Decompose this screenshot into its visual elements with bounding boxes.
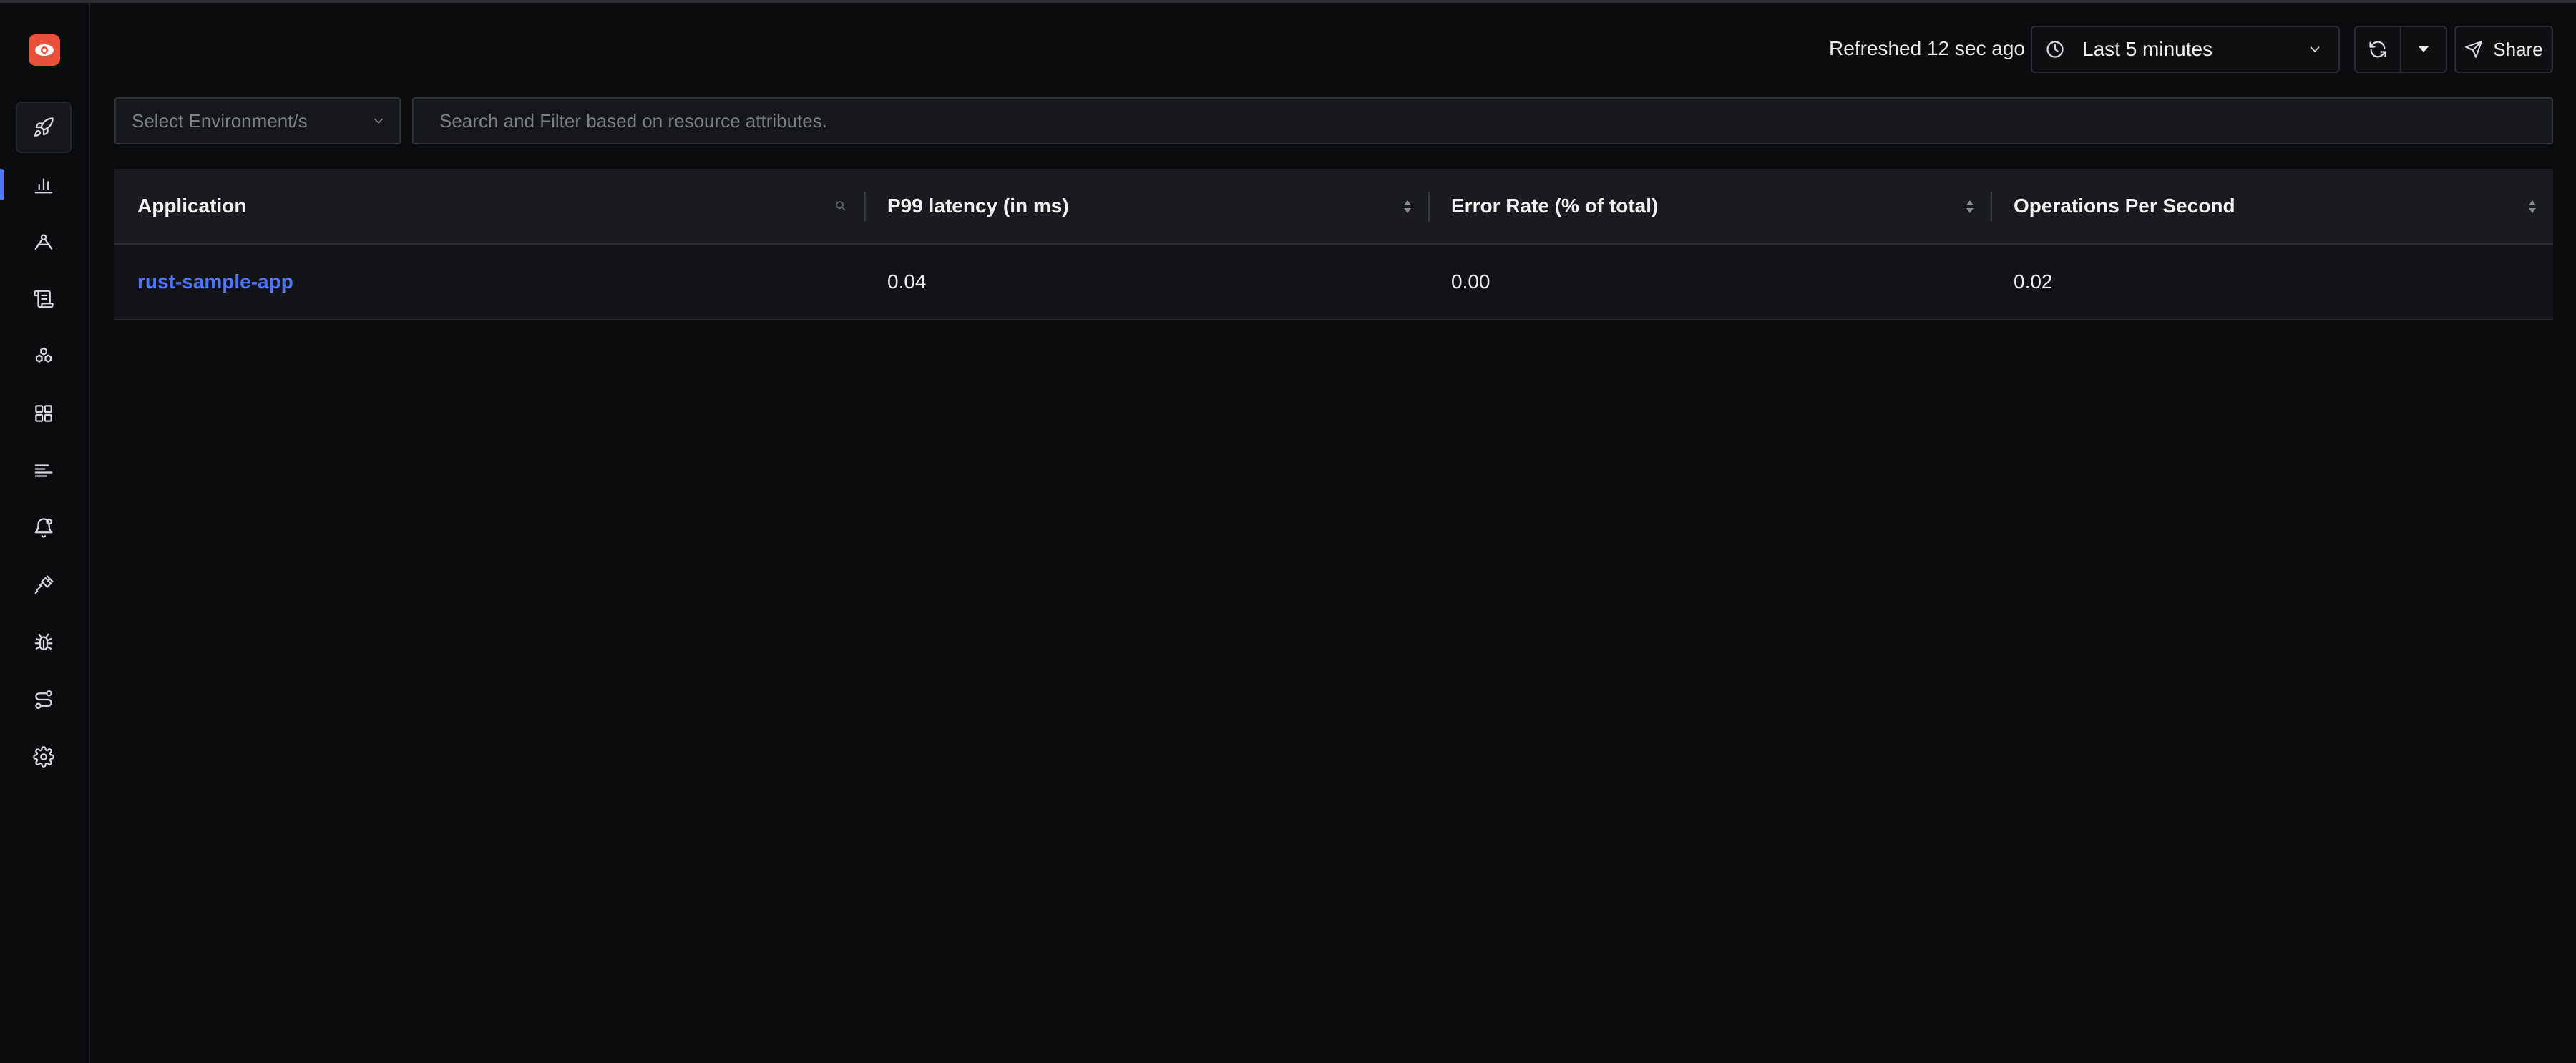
sidebar-item-infrastructure[interactable]: [16, 330, 72, 382]
column-label: Error Rate (% of total): [1451, 195, 1659, 217]
refresh-button[interactable]: [2356, 27, 2400, 72]
grid-icon: [35, 405, 52, 422]
sidebar-item-messaging-queues[interactable]: [16, 445, 72, 496]
applications-table: Application P99 latency (in ms) Error Ra…: [114, 169, 2553, 320]
top-border: [0, 0, 2576, 3]
share-label: Share: [2493, 38, 2543, 60]
eye-logo-icon[interactable]: [29, 34, 60, 66]
cell-operations-per-second: 0.02: [2014, 270, 2053, 293]
sort-icon[interactable]: [1965, 197, 1975, 215]
trace-explorer-icon: [34, 234, 53, 250]
bug-icon: [34, 633, 53, 651]
column-separator: [1428, 192, 1430, 222]
rocket-icon: [34, 117, 54, 137]
resource-search-input[interactable]: [412, 97, 2553, 144]
sidebar-item-alerts[interactable]: [16, 502, 72, 554]
send-icon: [2465, 41, 2483, 58]
share-button[interactable]: Share: [2454, 26, 2553, 73]
refreshed-status: Refreshed 12 sec ago: [1829, 37, 2025, 59]
cell-error-rate: 0.00: [1451, 270, 1491, 293]
environment-select[interactable]: Select Environment/s: [114, 97, 401, 144]
sidebar-item-services[interactable]: [0, 159, 72, 210]
column-label: Operations Per Second: [2014, 195, 2235, 217]
hexagons-icon: [35, 347, 52, 363]
column-label: Application: [137, 195, 247, 217]
sort-icon[interactable]: [2527, 197, 2537, 215]
plug-icon: [34, 575, 54, 594]
search-icon[interactable]: [834, 200, 847, 212]
cell-application: rust-sample-app: [114, 245, 864, 319]
sidebar-item-exceptions[interactable]: [16, 617, 72, 668]
sidebar-item-integrations[interactable]: [16, 559, 72, 611]
sidebar: [0, 3, 90, 1063]
scroll-icon: [34, 290, 54, 308]
application-link[interactable]: rust-sample-app: [137, 270, 293, 293]
sidebar-item-service-map[interactable]: [16, 674, 72, 725]
sidebar-item-settings[interactable]: [16, 731, 72, 783]
table-row[interactable]: rust-sample-app 0.04 0.00 0.02: [114, 245, 2553, 320]
column-separator: [1991, 192, 1992, 222]
sidebar-item-logs[interactable]: [16, 273, 72, 325]
sidebar-item-get-started[interactable]: [16, 102, 72, 153]
gear-icon: [33, 746, 54, 768]
column-label: P99 latency (in ms): [887, 195, 1069, 217]
refresh-button-group: [2354, 26, 2447, 73]
chevron-down-icon: [2310, 46, 2320, 52]
clock-icon: [2046, 41, 2064, 58]
chevron-down-icon: [374, 118, 384, 124]
route-icon: [35, 690, 52, 709]
column-header-p99-latency[interactable]: P99 latency (in ms): [864, 169, 1428, 243]
table-header: Application P99 latency (in ms) Error Ra…: [114, 169, 2553, 245]
list-lines-icon: [34, 464, 53, 477]
column-header-application[interactable]: Application: [114, 169, 864, 243]
refresh-icon: [2369, 41, 2386, 58]
refresh-interval-dropdown[interactable]: [2401, 27, 2446, 72]
sidebar-item-traces[interactable]: [16, 216, 72, 268]
environment-placeholder: Select Environment/s: [132, 109, 308, 132]
sidebar-item-dashboards[interactable]: [16, 388, 72, 439]
column-header-operations-per-second[interactable]: Operations Per Second: [1991, 169, 2553, 243]
time-range-value: Last 5 minutes: [2082, 38, 2213, 60]
cell-p99-latency: 0.04: [887, 270, 927, 293]
column-header-error-rate[interactable]: Error Rate (% of total): [1428, 169, 1991, 243]
column-separator: [864, 192, 866, 222]
caret-down-icon: [2418, 46, 2429, 52]
bell-icon: [34, 518, 53, 538]
time-range-select[interactable]: Last 5 minutes: [2031, 26, 2340, 73]
bar-chart-icon: [34, 178, 53, 194]
sort-icon[interactable]: [1402, 197, 1413, 215]
